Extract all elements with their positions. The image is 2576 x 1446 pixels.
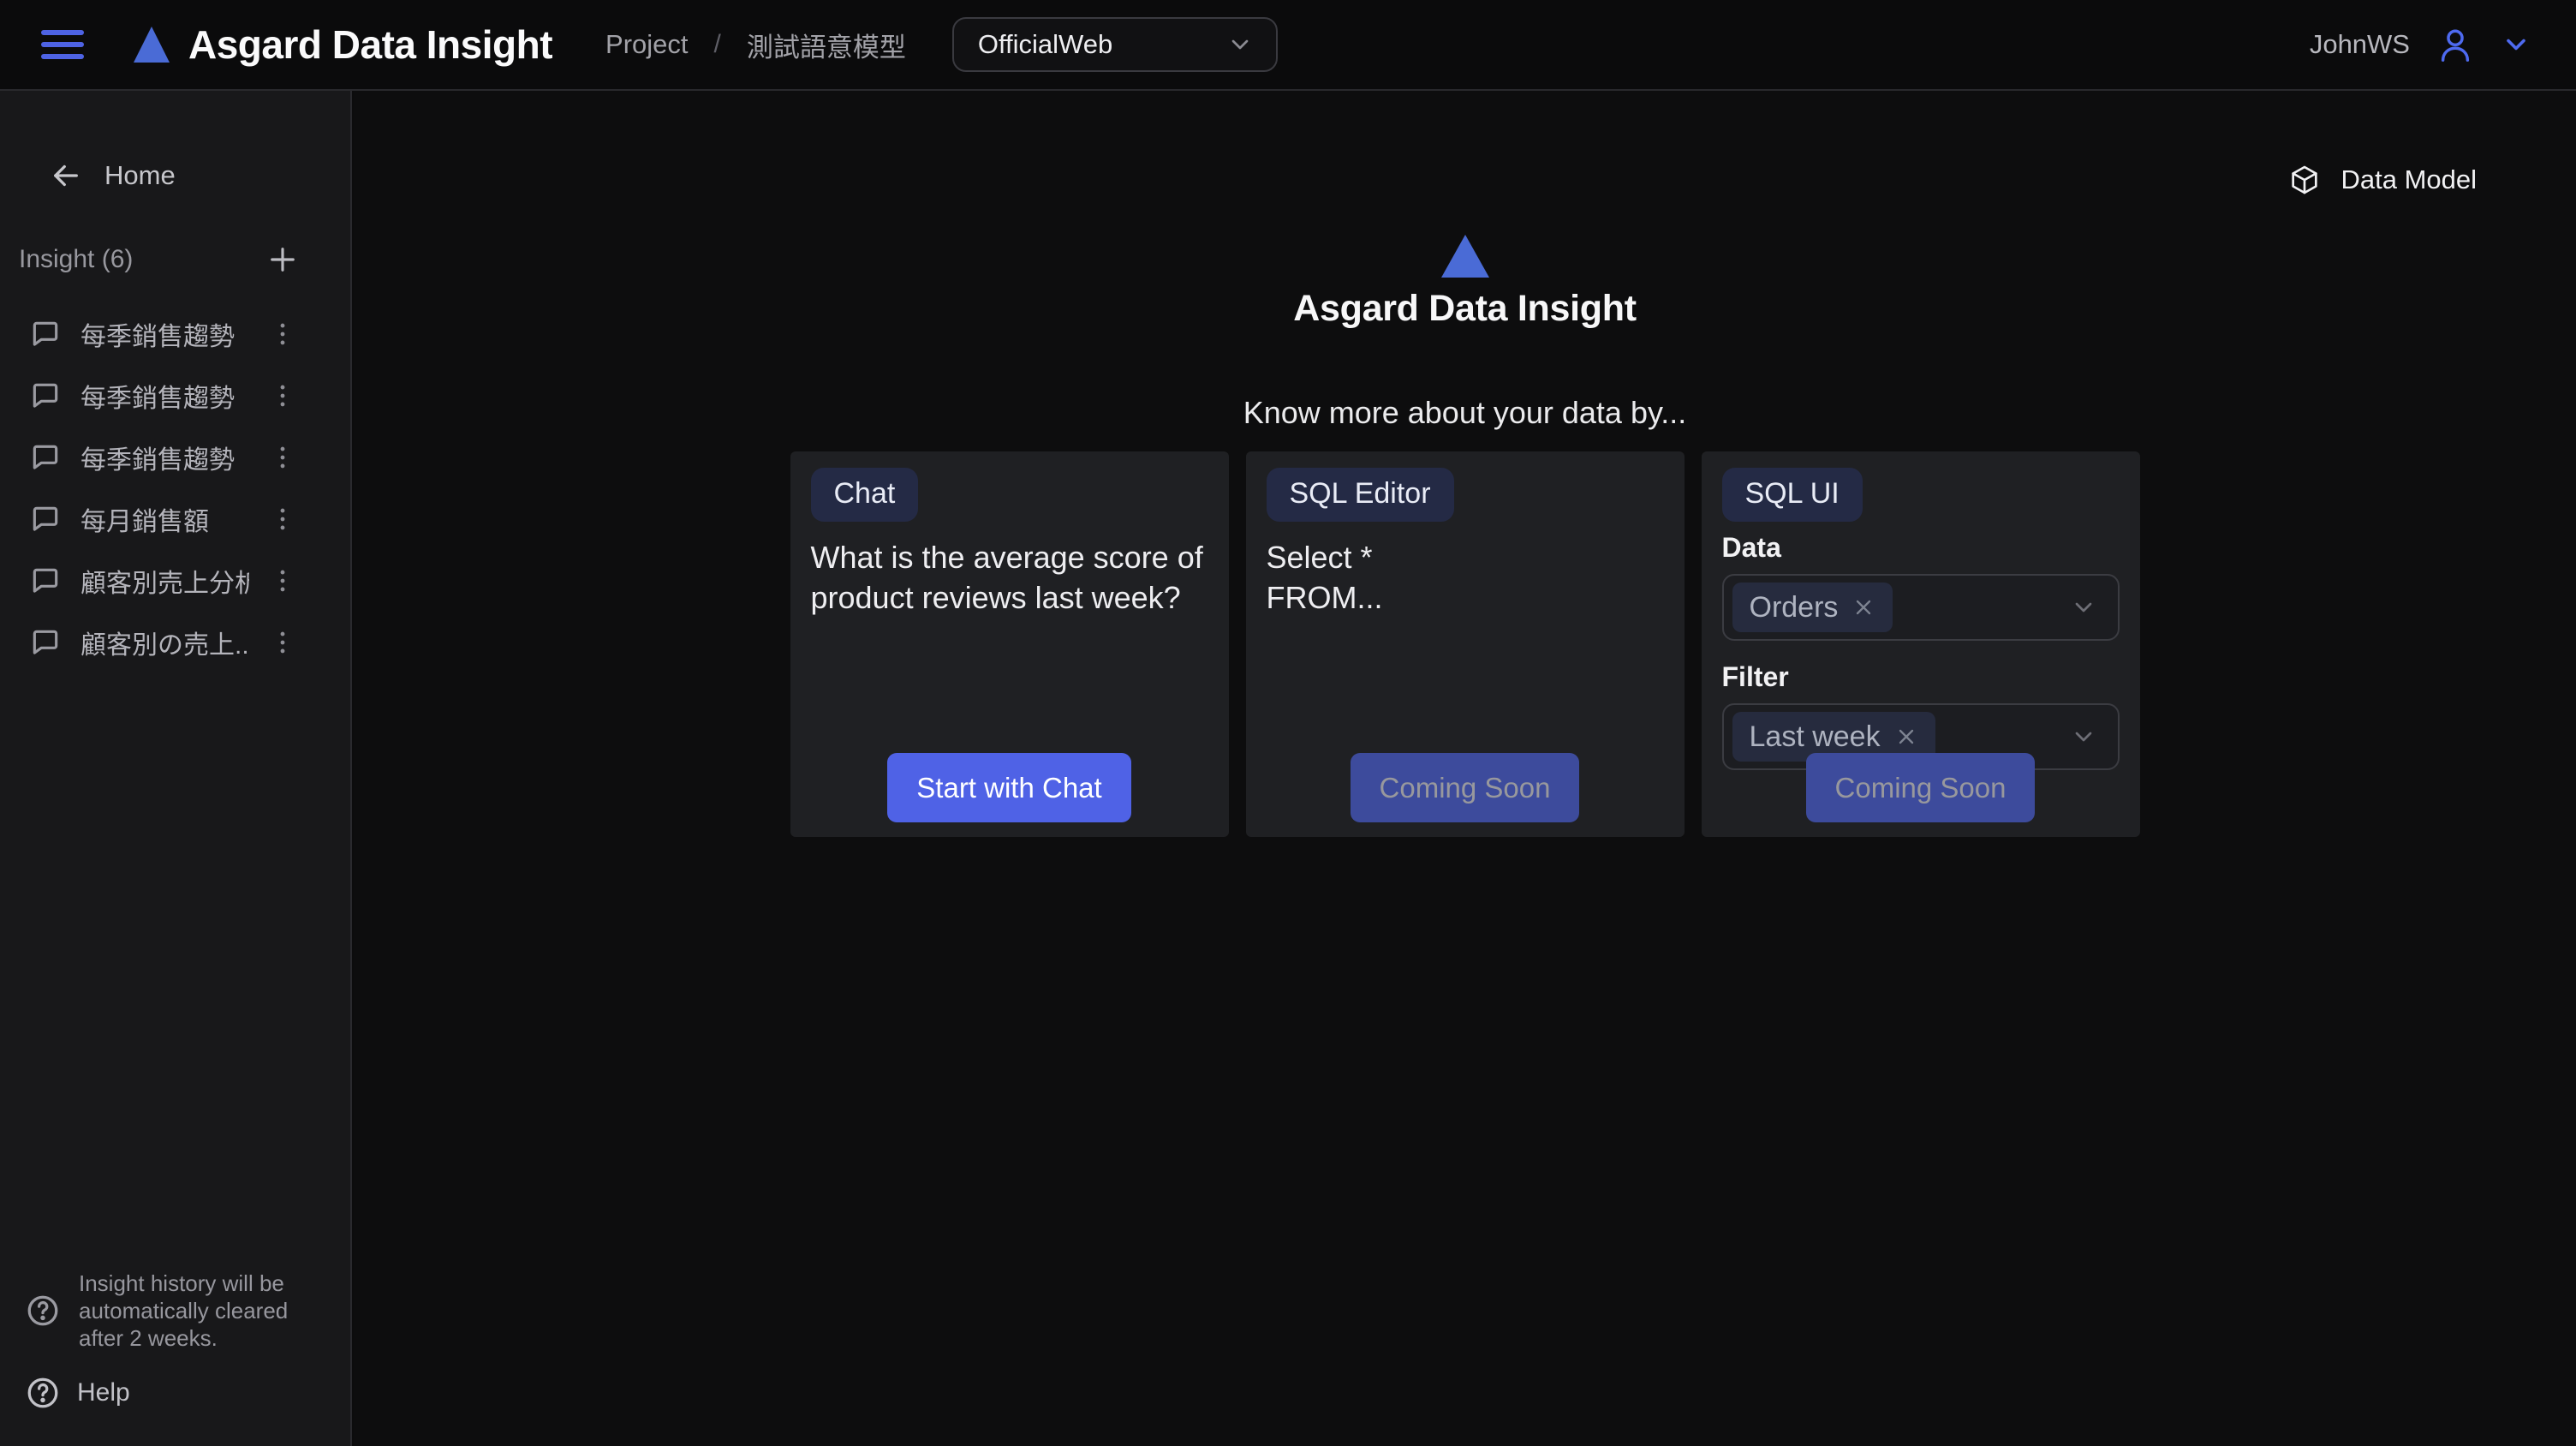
help-label: Help <box>77 1378 130 1407</box>
breadcrumb-page: 測試語意模型 <box>747 26 906 64</box>
insight-list-item[interactable]: 每月銷售額 <box>0 488 350 550</box>
chat-bubble-icon <box>29 503 62 535</box>
kebab-menu-icon[interactable] <box>268 320 297 349</box>
chat-bubble-icon <box>29 565 62 597</box>
chat-bubble-icon <box>29 379 62 412</box>
sidebar-footer: Insight history will be automatically cl… <box>0 1270 350 1446</box>
card-sql-editor: SQL Editor Select * FROM... Coming Soon <box>1246 451 1685 837</box>
insight-list-item[interactable]: 每季銷售趨勢 <box>0 427 350 488</box>
hero-title: Asgard Data Insight <box>354 288 2576 330</box>
arrow-left-icon <box>48 158 84 194</box>
remove-tag-icon[interactable] <box>1852 595 1875 619</box>
kebab-menu-icon[interactable] <box>268 505 297 534</box>
sidebar-item-home[interactable]: Home <box>48 158 350 194</box>
kebab-menu-icon[interactable] <box>268 443 297 472</box>
insight-item-label: 每季銷售趨勢 <box>80 315 249 353</box>
breadcrumb-project[interactable]: Project <box>605 29 688 60</box>
card-badge: SQL UI <box>1722 468 1863 522</box>
project-select[interactable]: OfficialWeb <box>952 17 1278 72</box>
insight-item-label: 顧客別売上分析 <box>80 562 249 600</box>
insight-list-item[interactable]: 顧客別売上分析 <box>0 550 350 612</box>
hero: Asgard Data Insight Know more about your… <box>354 91 2576 837</box>
card-badge: SQL Editor <box>1267 468 1454 522</box>
app-logo-triangle-icon <box>134 27 170 63</box>
question-circle-icon <box>24 1292 62 1329</box>
hero-logo-triangle-icon <box>1441 235 1489 278</box>
add-insight-button[interactable] <box>265 242 301 278</box>
option-cards: Chat What is the average score of produc… <box>354 451 2576 837</box>
insight-list-item[interactable]: 每季銷售趨勢 <box>0 365 350 427</box>
insight-item-label: 顧客別の売上... <box>80 624 249 661</box>
chat-example-question: What is the average score of product rev… <box>811 537 1205 618</box>
kebab-menu-icon[interactable] <box>268 628 297 657</box>
kebab-menu-icon[interactable] <box>268 566 297 595</box>
insight-item-label: 每季銷售趨勢 <box>80 439 249 476</box>
user-name: JohnWS <box>2310 29 2410 60</box>
sql-editor-coming-soon-button[interactable]: Coming Soon <box>1351 753 1580 822</box>
insight-item-label: 每季銷售趨勢 <box>80 377 249 415</box>
chat-bubble-icon <box>29 626 62 659</box>
chevron-down-icon <box>2501 29 2531 60</box>
chevron-down-icon <box>2070 594 2097 621</box>
data-tag-label: Orders <box>1750 591 1839 624</box>
history-note-row: Insight history will be automatically cl… <box>24 1270 325 1352</box>
main-content: Data Model Asgard Data Insight Know more… <box>354 91 2576 1446</box>
sql-ui-coming-soon-button[interactable]: Coming Soon <box>1806 753 2036 822</box>
card-sql-ui: SQL UI Data Orders Filter Last week <box>1702 451 2140 837</box>
data-tag: Orders <box>1732 583 1893 632</box>
filter-tag-label: Last week <box>1750 720 1881 754</box>
chat-bubble-icon <box>29 441 62 474</box>
sql-example: Select * FROM... <box>1267 537 1661 618</box>
insight-list-item[interactable]: 每季銷售趨勢 <box>0 303 350 365</box>
sql-line: FROM... <box>1267 577 1661 618</box>
start-with-chat-button[interactable]: Start with Chat <box>887 753 1130 822</box>
sql-line: Select * <box>1267 537 1661 577</box>
insight-list: 每季銷售趨勢 每季銷售趨勢 每季銷售趨勢 每月銷售額 顧客別売上分析 顧客別の売… <box>0 303 350 673</box>
breadcrumb: Project / 測試語意模型 <box>605 26 906 64</box>
user-menu[interactable]: JohnWS <box>2310 25 2531 64</box>
hamburger-menu-icon[interactable] <box>41 28 84 61</box>
card-badge: Chat <box>811 468 919 522</box>
data-model-button[interactable]: Data Model <box>2287 163 2477 197</box>
data-model-label: Data Model <box>2340 164 2477 195</box>
home-label: Home <box>104 160 176 191</box>
question-circle-icon <box>24 1374 62 1412</box>
project-select-value: OfficialWeb <box>978 29 1112 60</box>
filter-field-label: Filter <box>1722 661 2120 693</box>
person-icon <box>2436 25 2475 64</box>
cube-icon <box>2287 163 2322 197</box>
history-note: Insight history will be automatically cl… <box>79 1270 310 1352</box>
app-title: Asgard Data Insight <box>188 21 552 68</box>
insight-section-header: Insight (6) <box>19 242 301 278</box>
chevron-down-icon <box>1226 31 1254 58</box>
sidebar: Home Insight (6) 每季銷售趨勢 每季銷售趨勢 每季銷售趨勢 每月… <box>0 91 352 1446</box>
hero-subtitle: Know more about your data by... <box>354 395 2576 431</box>
data-field-label: Data <box>1722 532 2120 564</box>
card-chat: Chat What is the average score of produc… <box>790 451 1229 837</box>
remove-tag-icon[interactable] <box>1894 725 1918 749</box>
data-select[interactable]: Orders <box>1722 574 2120 641</box>
insight-count-label: Insight (6) <box>19 245 133 274</box>
insight-list-item[interactable]: 顧客別の売上... <box>0 612 350 673</box>
kebab-menu-icon[interactable] <box>268 381 297 410</box>
breadcrumb-separator: / <box>714 30 721 59</box>
chevron-down-icon <box>2070 723 2097 750</box>
insight-item-label: 每月銷售額 <box>80 500 249 538</box>
chat-bubble-icon <box>29 318 62 350</box>
help-button[interactable]: Help <box>24 1374 325 1412</box>
top-navbar: Asgard Data Insight Project / 測試語意模型 Off… <box>0 0 2576 91</box>
